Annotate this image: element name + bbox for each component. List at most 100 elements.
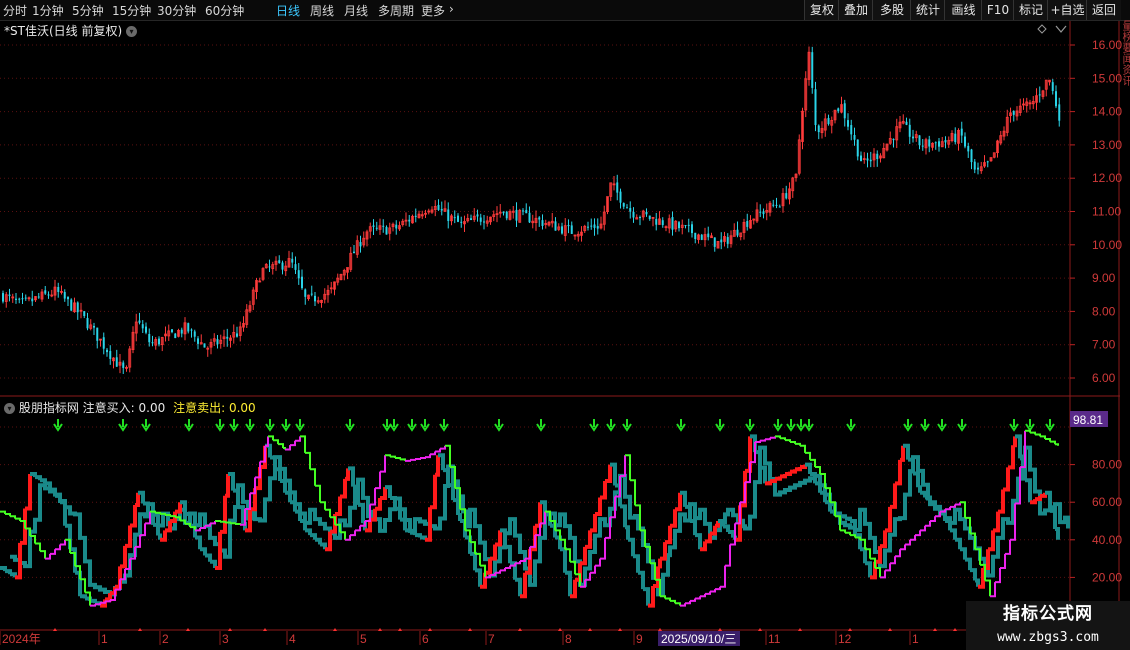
fast-oscillator-segment [920, 490, 927, 498]
more-chevron-icon[interactable]: › [449, 2, 454, 16]
fast-oscillator-segment [815, 481, 822, 493]
toolbar-button[interactable]: 复权 [804, 0, 839, 20]
slow-oscillator-segment [255, 461, 261, 479]
fast-oscillator-segment [993, 511, 1000, 533]
indicator-name[interactable]: 股朋指标网 [19, 401, 79, 415]
timeframe-tab[interactable]: 30分钟 [157, 2, 196, 19]
slow-oscillator-segment [780, 437, 786, 441]
slow-oscillator-segment [295, 436, 301, 442]
timeframe-tab[interactable]: 多周期 [378, 2, 414, 19]
slow-oscillator-segment [190, 526, 196, 531]
candle-body [678, 222, 680, 229]
candle-body [502, 211, 505, 214]
timeframe-tab[interactable]: 月线 [344, 2, 368, 19]
candle-body [382, 225, 385, 227]
buy-arrow-icon [937, 419, 947, 432]
timeframe-tab[interactable]: 分时 [3, 2, 27, 19]
slow-oscillator-segment [900, 544, 906, 551]
slow-oscillator-segment [315, 484, 321, 503]
toolbar-button[interactable]: 统计 [910, 0, 945, 20]
candle-body [47, 294, 50, 296]
slow-oscillator-segment [283, 447, 286, 450]
fast-oscillator-segment [1003, 467, 1010, 492]
indicator-options-icon[interactable]: ▾ [4, 403, 15, 414]
buy-arrow-icon [715, 419, 725, 432]
price-tick-label: 14.00 [1092, 105, 1122, 119]
stock-options-icon[interactable]: ▾ [125, 26, 137, 37]
toolbar-button[interactable]: 返回 [1086, 0, 1121, 20]
fast-oscillator-segment [895, 459, 902, 486]
timeframe-tab[interactable]: 更多 [421, 2, 445, 19]
timeframe-tab[interactable]: 日线 [276, 2, 300, 19]
fast-oscillator-segment [628, 537, 635, 557]
toolbar-button[interactable]: 标记 [1013, 0, 1048, 20]
fast-oscillator-segment [390, 495, 397, 509]
candle-body [505, 211, 508, 219]
slow-oscillator-segment [260, 445, 266, 463]
toolbar-button[interactable]: 叠加 [838, 0, 873, 20]
buy-arrow-icon [804, 419, 814, 432]
fast-oscillator-segment [410, 530, 417, 536]
fast-oscillator-segment [585, 530, 592, 549]
timeframe-tab[interactable]: 周线 [310, 2, 334, 19]
candle-body [843, 103, 846, 119]
candle-body [960, 128, 963, 136]
fast-oscillator-segment [80, 594, 87, 599]
buy-arrow-icon [295, 419, 305, 432]
slow-oscillator-segment [325, 508, 331, 518]
slow-oscillator-segment [230, 522, 236, 525]
fast-oscillator-segment [865, 561, 872, 578]
fast-oscillator-segment [775, 476, 782, 481]
slow-oscillator-segment [800, 444, 806, 453]
slow-oscillator-segment [405, 459, 411, 462]
timeframe-tab[interactable]: 60分钟 [205, 2, 244, 19]
candle-body [908, 124, 911, 137]
candle-body [817, 125, 820, 133]
slow-oscillator-segment [595, 558, 601, 567]
fast-oscillator-segment [945, 519, 952, 531]
slow-oscillator-segment [20, 520, 26, 529]
candle-body [470, 218, 472, 220]
slow-oscillator-segment [290, 440, 296, 447]
fast-oscillator-segment [475, 568, 482, 587]
candle-body [726, 237, 729, 244]
buy-arrow-icon [796, 419, 806, 432]
side-panel-strip[interactable]: 量榜要闻资讯 [1120, 20, 1130, 630]
timeframe-tab[interactable]: 5分钟 [72, 2, 104, 19]
candle-body [236, 333, 238, 337]
candle-body [639, 217, 641, 219]
slow-oscillator-segment [505, 565, 511, 569]
fast-oscillator-segment [660, 542, 667, 561]
candle-body [522, 210, 524, 212]
slow-oscillator-segment [925, 521, 931, 527]
candle-body [977, 167, 979, 170]
candle-body [626, 207, 628, 209]
fast-oscillator-segment [535, 502, 542, 528]
slow-oscillator-segment [165, 513, 171, 517]
buy-arrow-icon [745, 419, 755, 432]
timeframe-tab[interactable]: 15分钟 [112, 2, 151, 19]
buy-arrow-icon [141, 419, 151, 432]
timeframe-tab[interactable]: 1分钟 [32, 2, 64, 19]
chart-canvas[interactable]: 16.0015.0014.0013.0012.0011.0010.009.008… [0, 0, 1130, 650]
candle-body [86, 318, 89, 329]
toolbar-button[interactable]: +自选 [1047, 0, 1087, 20]
buy-arrow-icon [345, 419, 355, 432]
price-tick-label: 15.00 [1092, 71, 1122, 85]
candle-body [746, 221, 749, 227]
candle-body [1058, 104, 1061, 121]
fast-oscillator-segment [690, 519, 697, 536]
toolbar-button[interactable]: F10 [981, 0, 1014, 20]
slow-oscillator-segment [1030, 431, 1036, 435]
slow-oscillator-segment [660, 595, 666, 599]
slow-oscillator-segment [380, 455, 386, 473]
fast-oscillator-segment [300, 519, 307, 531]
buy-arrow-icon [536, 419, 546, 432]
slow-oscillator-segment [720, 565, 726, 588]
candle-body [414, 215, 417, 217]
toolbar-button[interactable]: 多股 [872, 0, 911, 20]
price-tick-label: 10.00 [1092, 238, 1122, 252]
buy-arrow-icon [229, 419, 239, 432]
toolbar-button[interactable]: 画线 [944, 0, 982, 20]
candle-body [671, 217, 674, 230]
